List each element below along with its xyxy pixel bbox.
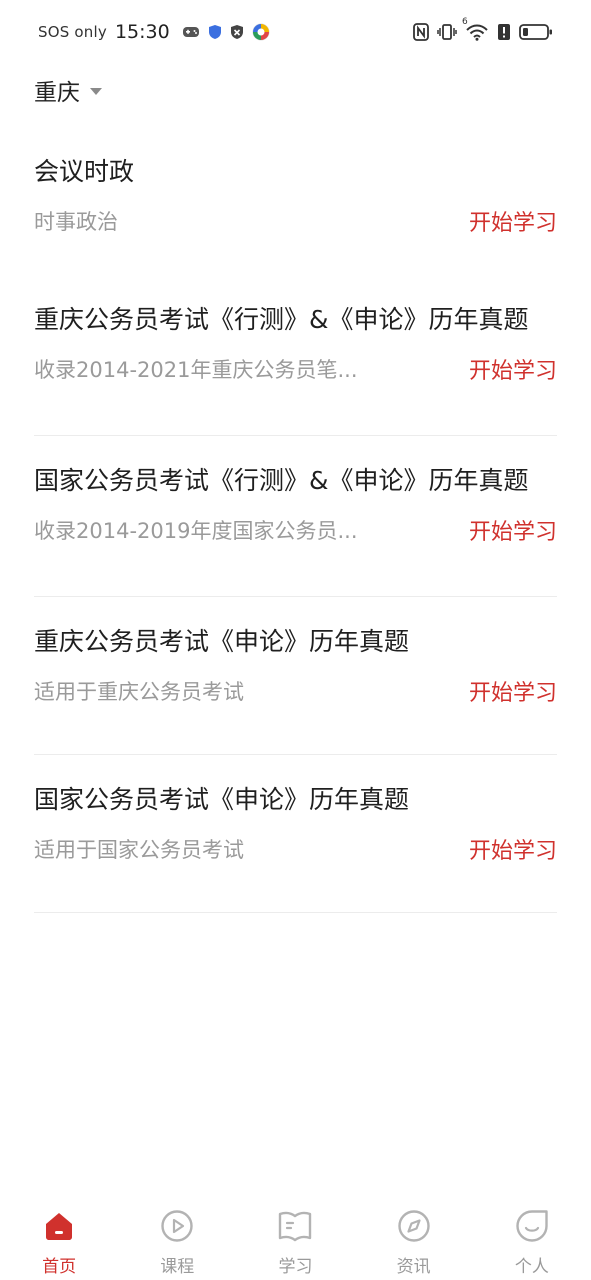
list-item[interactable]: 国家公务员考试《申论》历年真题 适用于国家公务员考试 开始学习 <box>34 755 557 913</box>
item-title: 国家公务员考试《申论》历年真题 <box>34 785 410 814</box>
item-row: 收录2014-2019年度国家公务员... 开始学习 <box>34 514 557 546</box>
item-row: 适用于重庆公务员考试 开始学习 <box>34 675 557 707</box>
clock: 15:30 <box>114 21 170 43</box>
network-label: 6 <box>462 17 468 27</box>
nav-label: 资讯 <box>396 1257 431 1277</box>
list-item[interactable]: 国家公务员考试《行测》&《申论》历年真题 收录2014-2019年度国家公务员.… <box>34 436 557 597</box>
status-left: SOS only 15:30 <box>38 21 270 43</box>
start-learning-button[interactable]: 开始学习 <box>469 514 557 546</box>
screen: SOS only 15:30 6 重庆 会议时政 时事政治 开始学习 重庆公务员… <box>0 0 591 1280</box>
start-learning-button[interactable]: 开始学习 <box>469 675 557 707</box>
location-selector[interactable]: 重庆 <box>34 72 102 108</box>
item-subtitle: 收录2014-2019年度国家公务员... <box>34 519 358 543</box>
sos-label: SOS only <box>38 23 107 41</box>
nav-label: 课程 <box>160 1257 195 1277</box>
shield-icon <box>208 24 222 40</box>
nav-item-profile[interactable]: 个人 <box>473 1208 591 1277</box>
course-list: 会议时政 时事政治 开始学习 重庆公务员考试《行测》&《申论》历年真题 收录20… <box>34 130 557 913</box>
nfc-icon <box>413 23 429 41</box>
divider <box>34 912 557 913</box>
notification-icons <box>182 23 270 41</box>
game-controller-icon <box>182 25 200 39</box>
nav-label: 首页 <box>42 1257 77 1277</box>
item-subtitle: 收录2014-2021年重庆公务员笔... <box>34 358 358 382</box>
compass-icon <box>396 1208 432 1244</box>
start-learning-button[interactable]: 开始学习 <box>469 833 557 865</box>
nav-item-home[interactable]: 首页 <box>0 1208 118 1277</box>
book-icon <box>277 1208 313 1244</box>
list-item[interactable]: 会议时政 时事政治 开始学习 <box>34 130 557 275</box>
caret-down-icon <box>90 87 102 95</box>
bottom-nav: 首页 课程 学习 资讯 个人 <box>0 1200 591 1280</box>
smile-icon <box>514 1208 550 1244</box>
list-item[interactable]: 重庆公务员考试《行测》&《申论》历年真题 收录2014-2021年重庆公务员笔.… <box>34 275 557 436</box>
item-row: 适用于国家公务员考试 开始学习 <box>34 833 557 865</box>
item-subtitle: 适用于重庆公务员考试 <box>34 680 244 704</box>
item-title: 国家公务员考试《行测》&《申论》历年真题 <box>34 466 529 495</box>
item-title: 会议时政 <box>34 157 135 186</box>
list-item[interactable]: 重庆公务员考试《申论》历年真题 适用于重庆公务员考试 开始学习 <box>34 597 557 755</box>
play-circle-icon <box>159 1208 195 1244</box>
nav-label: 学习 <box>278 1257 313 1277</box>
battery-icon <box>519 23 553 41</box>
status-bar: SOS only 15:30 6 <box>0 0 591 64</box>
vibrate-icon <box>437 23 457 41</box>
status-right: 6 <box>413 17 553 41</box>
item-row: 收录2014-2021年重庆公务员笔... 开始学习 <box>34 353 557 385</box>
nav-item-courses[interactable]: 课程 <box>118 1208 236 1277</box>
security-icon <box>230 24 244 40</box>
nav-item-study[interactable]: 学习 <box>236 1208 354 1277</box>
wifi-icon: 6 <box>462 17 489 41</box>
item-subtitle: 适用于国家公务员考试 <box>34 838 244 862</box>
item-title: 重庆公务员考试《行测》&《申论》历年真题 <box>34 305 529 334</box>
item-subtitle: 时事政治 <box>34 210 118 234</box>
location-name: 重庆 <box>34 80 80 106</box>
home-icon <box>41 1208 77 1244</box>
start-learning-button[interactable]: 开始学习 <box>469 353 557 385</box>
start-learning-button[interactable]: 开始学习 <box>469 205 557 237</box>
app-logo-icon <box>252 23 270 41</box>
nav-label: 个人 <box>514 1257 549 1277</box>
nav-item-news[interactable]: 资讯 <box>355 1208 473 1277</box>
item-title: 重庆公务员考试《申论》历年真题 <box>34 627 410 656</box>
alert-icon <box>497 23 511 41</box>
item-row: 时事政治 开始学习 <box>34 205 557 237</box>
